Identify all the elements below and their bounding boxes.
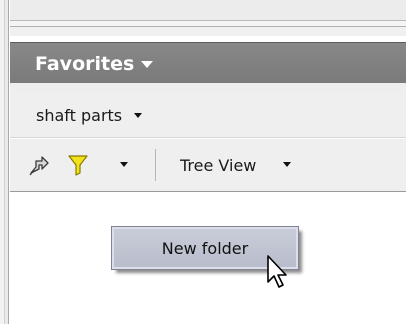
tree-view-label[interactable]: Tree View	[180, 156, 256, 175]
folder-selector[interactable]: shaft parts	[10, 93, 406, 138]
collapse-tree-icon[interactable]	[26, 152, 52, 178]
new-folder-label: New folder	[161, 238, 249, 258]
favorites-header[interactable]: Favorites	[10, 42, 406, 84]
window-edge	[0, 0, 10, 324]
mouse-pointer-icon	[266, 254, 290, 294]
header-gap	[10, 83, 406, 93]
toolbar-separator	[155, 149, 156, 181]
chevron-down-icon[interactable]	[283, 162, 291, 167]
chevron-down-icon[interactable]	[134, 112, 143, 118]
favorites-panel: Favorites shaft parts Tree View New fold…	[0, 0, 406, 324]
chevron-down-icon[interactable]	[120, 162, 128, 167]
toolbar: Tree View	[10, 139, 406, 192]
title-strip	[10, 0, 406, 36]
folder-selector-value: shaft parts	[36, 105, 123, 125]
chevron-down-icon[interactable]	[141, 61, 154, 68]
favorites-title: Favorites	[35, 52, 135, 75]
filter-funnel-icon[interactable]	[66, 152, 90, 178]
